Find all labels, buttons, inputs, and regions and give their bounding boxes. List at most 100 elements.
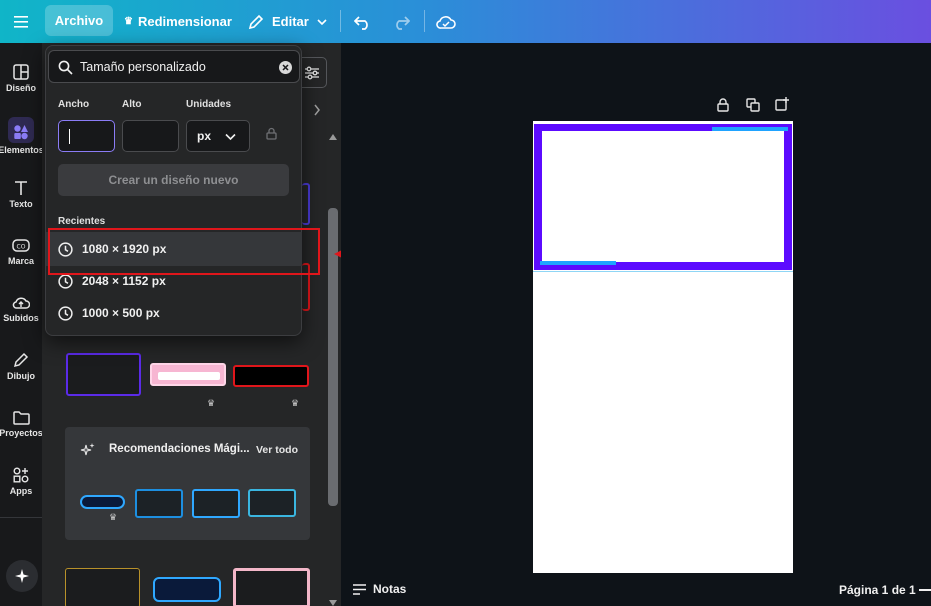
element-thumbnail[interactable] bbox=[150, 363, 226, 386]
crown-icon: ♛ bbox=[109, 512, 118, 522]
rail-label: Diseño bbox=[5, 83, 36, 93]
rail-label: Dibujo bbox=[7, 371, 35, 381]
element-thumbnail[interactable] bbox=[248, 489, 296, 517]
units-value: px bbox=[197, 129, 212, 143]
resize-label: Redimensionar bbox=[137, 14, 232, 29]
layout-icon bbox=[13, 64, 29, 80]
element-thumbnail[interactable] bbox=[66, 353, 141, 396]
cloud-save-button[interactable] bbox=[436, 0, 456, 43]
element-thumbnail[interactable] bbox=[233, 568, 310, 606]
element-thumbnail[interactable] bbox=[233, 365, 309, 387]
edit-menu-button[interactable]: Editar bbox=[248, 0, 327, 43]
height-label: Alto bbox=[122, 99, 142, 110]
crown-icon: ♛ bbox=[207, 398, 216, 408]
resize-button[interactable]: ♛ Redimensionar bbox=[124, 0, 232, 43]
apps-icon bbox=[13, 467, 29, 483]
undo-button[interactable] bbox=[354, 0, 372, 43]
rail-item-uploads[interactable]: Subidos bbox=[0, 290, 42, 340]
pencil-icon bbox=[248, 14, 264, 29]
recent-item[interactable]: 1000 × 500 px bbox=[58, 300, 160, 326]
recents-label: Recientes bbox=[58, 216, 106, 227]
svg-text:CO: CO bbox=[17, 244, 26, 251]
units-select[interactable]: px bbox=[186, 120, 250, 152]
element-thumbnail[interactable] bbox=[153, 577, 221, 602]
undo-icon bbox=[354, 15, 368, 30]
rail-divider bbox=[0, 517, 42, 518]
element-thumbnail[interactable] bbox=[192, 489, 240, 518]
top-bar: Archivo ♛ Redimensionar Editar bbox=[0, 0, 931, 43]
brand-icon: CO bbox=[12, 239, 30, 252]
sparkle-icon bbox=[80, 442, 96, 463]
edit-label: Editar bbox=[272, 14, 309, 29]
rail-item-projects[interactable]: Proyectos bbox=[0, 406, 43, 456]
rail-item-design[interactable]: Diseño bbox=[0, 60, 42, 110]
frame-accent bbox=[712, 127, 788, 131]
add-page-icon[interactable] bbox=[775, 97, 789, 116]
lock-icon[interactable] bbox=[717, 98, 729, 117]
duplicate-page-icon[interactable] bbox=[746, 98, 760, 117]
rail-item-draw[interactable]: Dibujo bbox=[0, 348, 42, 398]
clear-search-icon[interactable] bbox=[279, 61, 292, 74]
toolbar-divider bbox=[424, 10, 425, 32]
lock-ratio-icon[interactable] bbox=[266, 127, 277, 145]
frame-accent bbox=[540, 261, 616, 265]
notes-label: Notas bbox=[373, 582, 407, 596]
element-thumbnail[interactable] bbox=[80, 495, 125, 509]
height-field[interactable] bbox=[122, 120, 179, 152]
redo-button[interactable] bbox=[392, 0, 410, 43]
shapes-icon bbox=[14, 125, 28, 140]
menu-icon[interactable] bbox=[14, 0, 28, 43]
width-label: Ancho bbox=[58, 99, 90, 110]
page-counter: Página 1 de 1 bbox=[839, 583, 916, 597]
create-design-button[interactable]: Crear un diseño nuevo bbox=[58, 164, 289, 196]
units-label: Unidades bbox=[186, 99, 232, 110]
page-divider-icon bbox=[919, 589, 931, 591]
pen-icon bbox=[13, 352, 29, 368]
folder-icon bbox=[12, 411, 30, 425]
text-icon bbox=[15, 181, 27, 195]
crown-icon: ♛ bbox=[124, 16, 133, 27]
rail-label: Texto bbox=[9, 199, 33, 209]
see-all-link[interactable]: Ver todo bbox=[256, 444, 298, 456]
toolbar-divider bbox=[340, 10, 341, 32]
sliders-icon bbox=[304, 66, 319, 79]
chevron-right-icon[interactable] bbox=[313, 103, 321, 121]
file-menu-button[interactable]: Archivo bbox=[45, 5, 113, 36]
recent-size: 1000 × 500 px bbox=[82, 306, 160, 320]
search-value: Tamaño personalizado bbox=[80, 60, 206, 74]
rail-label: Subidos bbox=[3, 313, 39, 323]
frame-inner-area bbox=[542, 131, 784, 262]
rail-item-brand[interactable]: CO Marca bbox=[0, 233, 42, 283]
notes-button[interactable]: Notas bbox=[352, 582, 406, 596]
custom-size-dropdown: Tamaño personalizado Ancho Alto Unidades… bbox=[45, 45, 302, 336]
rail-label: Apps bbox=[9, 486, 33, 496]
magic-button[interactable] bbox=[6, 560, 38, 592]
width-field[interactable] bbox=[58, 120, 115, 152]
element-thumbnail[interactable] bbox=[135, 489, 183, 518]
search-input[interactable]: Tamaño personalizado bbox=[48, 50, 300, 83]
frame-accent bbox=[533, 271, 793, 272]
chevron-down-icon bbox=[225, 133, 236, 141]
cloud-check-icon bbox=[436, 15, 456, 29]
rail-label: Elementos bbox=[0, 145, 44, 155]
chevron-down-icon bbox=[317, 18, 327, 25]
clock-icon bbox=[58, 273, 73, 289]
notes-icon bbox=[353, 583, 366, 595]
recommendations-title: Recomendaciones Mági... bbox=[109, 443, 250, 455]
crown-icon: ♛ bbox=[291, 398, 300, 408]
search-icon bbox=[58, 60, 73, 75]
rail-item-apps[interactable]: Apps bbox=[0, 463, 42, 513]
recent-size: 2048 × 1152 px bbox=[82, 274, 166, 288]
sparkle-icon bbox=[15, 569, 29, 583]
rail-item-text[interactable]: Texto bbox=[0, 176, 42, 226]
clock-icon bbox=[58, 305, 73, 321]
rail-label: Proyectos bbox=[0, 428, 43, 438]
rail-item-elements[interactable]: Elementos bbox=[0, 117, 44, 167]
element-thumbnail[interactable] bbox=[65, 568, 140, 606]
element-thumbnail[interactable] bbox=[302, 183, 310, 225]
left-rail: Diseño Elementos Texto CO Marca Subidos … bbox=[0, 43, 44, 606]
scroll-up-arrow[interactable] bbox=[329, 127, 337, 145]
rail-label: Marca bbox=[7, 256, 34, 266]
cloud-upload-icon bbox=[12, 297, 30, 309]
scroll-down-arrow[interactable] bbox=[329, 593, 337, 606]
